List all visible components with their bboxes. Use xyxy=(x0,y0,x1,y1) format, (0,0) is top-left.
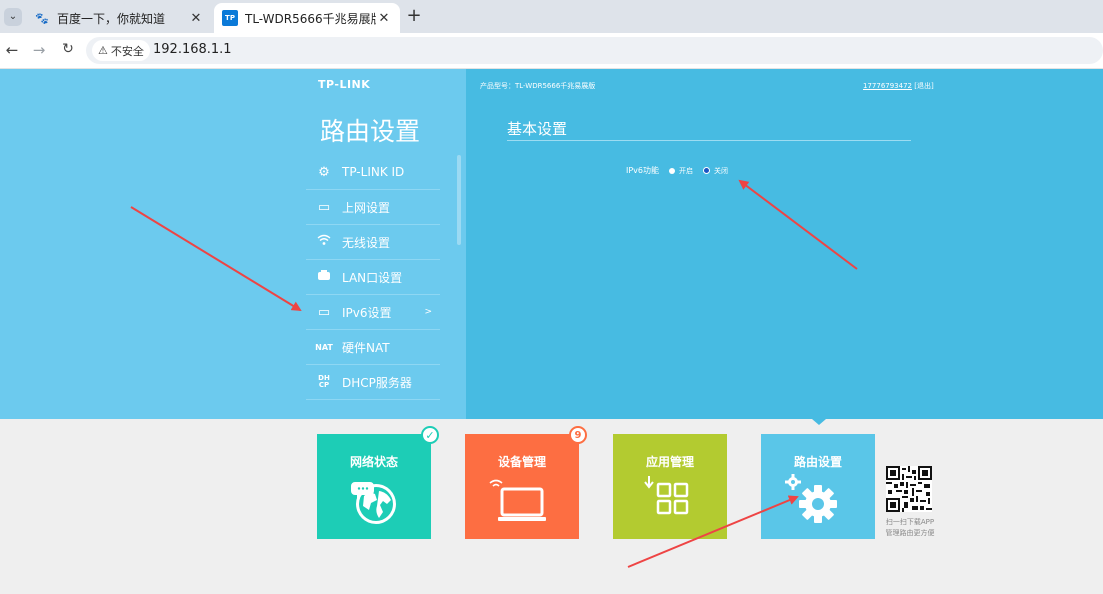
laptop-wifi-icon xyxy=(465,472,579,532)
ipv6-off-label[interactable]: 关闭 xyxy=(714,166,728,176)
security-label: 不安全 xyxy=(110,44,144,58)
tile-label: 网络状态 xyxy=(349,455,398,469)
qr-caption-line: 管理路由更方便 xyxy=(885,529,935,537)
address-bar[interactable]: ⚠ 不安全 192.168.1.1 xyxy=(86,37,1103,64)
menu-item-tplink-id[interactable]: ⚙ TP-LINK ID xyxy=(306,155,440,190)
menu-item-label: LAN口设置 xyxy=(342,270,403,285)
menu-item-label: IPv6设置 xyxy=(342,305,392,320)
menu-item-label: DHCP服务器 xyxy=(342,375,412,390)
menu-item-hardware-nat[interactable]: NAT 硬件NAT xyxy=(306,330,440,365)
tp-link-logo: TP-LINK xyxy=(318,78,371,91)
tab-baidu[interactable]: 🐾 百度一下，你就知道 ✕ xyxy=(26,3,212,33)
lan-icon xyxy=(314,269,334,285)
ipv6-on-label[interactable]: 开启 xyxy=(679,166,693,176)
model-label: 产品型号：TL-WDR5666千兆易展版 xyxy=(480,82,596,90)
warning-icon: ⚠ xyxy=(98,44,108,57)
reload-button[interactable]: ↻ xyxy=(58,41,78,57)
apps-grid-icon xyxy=(613,472,727,532)
gears-icon xyxy=(761,472,875,532)
menu-scrollbar[interactable] xyxy=(457,155,461,245)
tp-link-favicon: TP xyxy=(222,10,238,26)
globe-chat-icon xyxy=(317,472,431,532)
chevron-right-icon: > xyxy=(424,307,432,317)
ipv6-on-radio[interactable] xyxy=(669,167,676,174)
qr-caption: 扫一扫下载APP 管理路由更方便 xyxy=(878,517,942,539)
panel-divider xyxy=(507,140,911,141)
menu-item-label: 无线设置 xyxy=(342,235,391,250)
logout-link[interactable]: [退出] xyxy=(914,82,933,90)
url-text[interactable]: 192.168.1.1 xyxy=(153,42,232,57)
menu-item-internet[interactable]: ▭ 上网设置 xyxy=(306,190,440,225)
menu-item-partial xyxy=(306,400,440,415)
new-tab-button[interactable]: + xyxy=(404,6,424,26)
back-button[interactable]: ← xyxy=(2,41,22,59)
account-phone-link[interactable]: 17776793472 xyxy=(863,82,912,90)
router-admin-page: TP-LINK 路由设置 ⚙ TP-LINK ID ▭ 上网设置 无线设置 LA… xyxy=(0,69,1103,594)
panel-title: 基本设置 xyxy=(507,120,568,138)
tile-label: 设备管理 xyxy=(497,455,546,469)
qr-caption-line: 扫一扫下载APP xyxy=(885,518,935,526)
tile-app-management[interactable]: 应用管理 xyxy=(613,434,727,539)
settings-menu: ⚙ TP-LINK ID ▭ 上网设置 无线设置 LAN口设置 ▭ IPv6设置… xyxy=(306,155,440,415)
ipv6-label: IPv6功能 xyxy=(626,166,660,175)
app-qr-code xyxy=(886,466,932,512)
tile-label: 路由设置 xyxy=(793,455,842,469)
tile-router-settings[interactable]: 路由设置 xyxy=(761,434,875,539)
baidu-paw-icon: 🐾 xyxy=(35,11,49,25)
tab-router[interactable]: TP TL-WDR5666千兆易展版 ✕ xyxy=(214,3,400,33)
close-icon[interactable]: ✕ xyxy=(376,11,392,26)
forward-button[interactable]: → xyxy=(29,41,49,59)
ipv6-off-radio[interactable] xyxy=(703,167,711,174)
menu-item-label: 上网设置 xyxy=(342,200,391,215)
menu-item-wireless[interactable]: 无线设置 xyxy=(306,225,440,260)
menu-item-dhcp[interactable]: DH CP DHCP服务器 xyxy=(306,365,440,400)
check-badge-icon: ✓ xyxy=(421,426,439,444)
tile-network-status[interactable]: 网络状态 ✓ xyxy=(317,426,439,539)
ipv6-toggle-row: IPv6功能 开启 关闭 xyxy=(626,165,728,176)
section-title: 路由设置 xyxy=(319,117,420,146)
close-icon[interactable]: ✕ xyxy=(188,11,204,26)
gear-icon: ⚙ xyxy=(318,164,330,180)
laptop-icon: ▭ xyxy=(317,304,331,320)
tab-title: 百度一下，你就知道 xyxy=(57,11,166,26)
tab-title: TL-WDR5666千兆易展版 xyxy=(245,11,376,26)
wifi-icon xyxy=(314,234,334,250)
security-chip[interactable]: ⚠ 不安全 xyxy=(92,40,150,61)
menu-item-lan[interactable]: LAN口设置 xyxy=(306,260,440,295)
user-info: 17776793472 [退出] xyxy=(863,81,934,91)
menu-item-ipv6[interactable]: ▭ IPv6设置 > xyxy=(306,295,440,330)
browser-toolbar: ← → ↻ ⚠ 不安全 192.168.1.1 xyxy=(0,33,1103,69)
active-tile-pointer xyxy=(812,419,826,425)
nat-icon: NAT xyxy=(315,342,333,352)
menu-item-label: 硬件NAT xyxy=(342,340,390,355)
tile-device-management[interactable]: 设备管理 9 xyxy=(465,426,587,539)
browser-tab-bar: ⌄ 🐾 百度一下，你就知道 ✕ TP TL-WDR5666千兆易展版 ✕ + xyxy=(0,0,1103,33)
tab-search-dropdown[interactable]: ⌄ xyxy=(4,8,22,26)
menu-item-label: TP-LINK ID xyxy=(342,165,405,179)
tile-label: 应用管理 xyxy=(645,455,694,469)
device-count-badge: 9 xyxy=(569,426,587,444)
dhcp-icon: DH CP xyxy=(318,374,330,389)
laptop-icon: ▭ xyxy=(317,199,331,215)
